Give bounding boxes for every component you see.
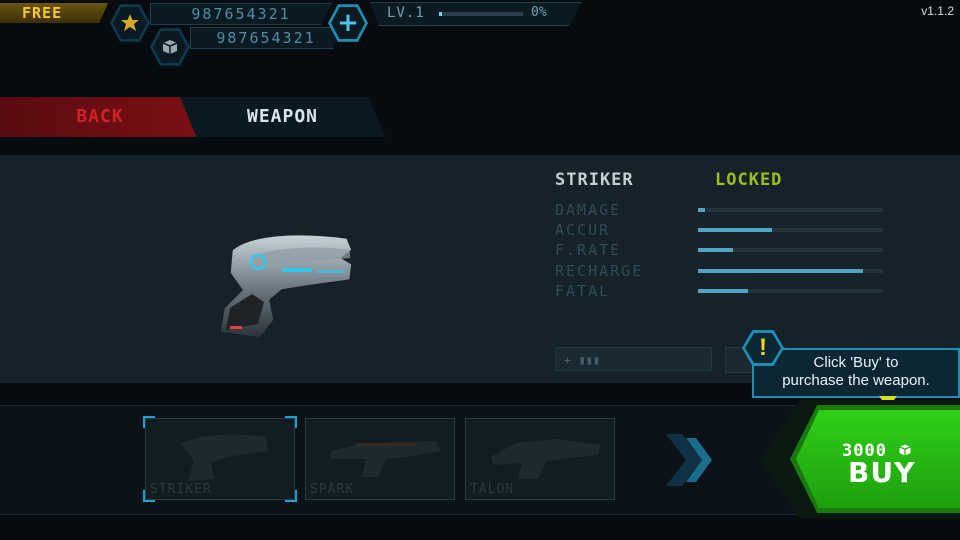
gold-amount: 987654321 xyxy=(191,5,291,23)
stat-label: RECHARGE xyxy=(555,262,644,280)
back-label: BACK xyxy=(76,106,124,127)
buy-tooltip: Click 'Buy' to purchase the weapon. xyxy=(752,348,960,398)
crystal-counter: 987654321 xyxy=(190,27,342,49)
crystal-icon-frame xyxy=(150,28,190,66)
stat-bar-fill xyxy=(698,248,734,252)
next-arrow-icon[interactable] xyxy=(660,432,720,488)
selection-corner xyxy=(285,416,297,428)
selection-corner xyxy=(143,416,155,428)
slot-label: SPARK xyxy=(310,482,355,497)
tooltip-line-2: purchase the weapon. xyxy=(782,372,930,389)
stat-label: FATAL xyxy=(555,282,611,300)
free-button[interactable]: FREE xyxy=(0,3,108,23)
stat-bar-fill xyxy=(698,269,863,273)
ammo-label: + ▮▮▮ xyxy=(564,353,601,367)
stat-bar-fill xyxy=(698,228,772,232)
gold-counter: 987654321 xyxy=(150,3,332,25)
talon-thumbnail xyxy=(491,439,601,479)
weapon-title: WEAPON xyxy=(246,106,319,127)
stat-bar-track xyxy=(698,248,883,252)
level-progress-fill xyxy=(439,12,442,16)
weapon-status-badge: LOCKED xyxy=(715,170,783,190)
stat-label: ACCUR xyxy=(555,221,611,239)
plus-icon: + xyxy=(337,8,359,38)
stat-label: F.RATE xyxy=(555,241,622,259)
spark-thumbnail xyxy=(331,441,441,477)
stat-bar-track xyxy=(698,228,883,232)
page-title: WEAPON xyxy=(180,97,385,137)
version-label: v1.1.2 xyxy=(921,4,954,18)
weapon-slot-spark[interactable]: SPARK xyxy=(305,418,455,500)
tooltip-line-1: Click 'Buy' to xyxy=(813,354,899,371)
crate-icon xyxy=(899,444,911,456)
selection-corner xyxy=(285,490,297,502)
stat-bar-track xyxy=(698,289,883,293)
level-bar: LV.1 0% xyxy=(370,2,582,26)
level-progress-track xyxy=(439,12,523,16)
buy-label: BUY xyxy=(848,456,916,489)
slot-label: TALON xyxy=(470,482,515,497)
stat-bar-track xyxy=(698,269,883,273)
gold-icon-frame xyxy=(110,4,150,42)
stat-bar-track xyxy=(698,208,883,212)
crystal-amount: 987654321 xyxy=(216,29,316,47)
alert-icon-glyph: ! xyxy=(745,333,781,363)
crate-icon xyxy=(162,40,178,54)
stat-label: DAMAGE xyxy=(555,201,622,219)
ammo-indicator: + ▮▮▮ xyxy=(555,347,712,371)
striker-thumbnail xyxy=(181,434,268,481)
selection-corner xyxy=(143,490,155,502)
level-label: LV.1 xyxy=(387,5,425,21)
stat-bar-fill xyxy=(698,208,706,212)
weapon-slot-striker[interactable]: STRIKER xyxy=(143,416,297,502)
free-label: FREE xyxy=(22,4,63,22)
back-button[interactable]: BACK xyxy=(0,97,200,137)
stat-bar-fill xyxy=(698,289,748,293)
striker-weapon-image xyxy=(219,233,353,339)
weapon-slot-talon[interactable]: TALON xyxy=(465,418,615,500)
weapon-name: STRIKER xyxy=(555,170,634,190)
level-percent: 0% xyxy=(531,5,547,20)
slot-label: STRIKER xyxy=(150,482,212,497)
star-badge-icon xyxy=(121,14,139,31)
